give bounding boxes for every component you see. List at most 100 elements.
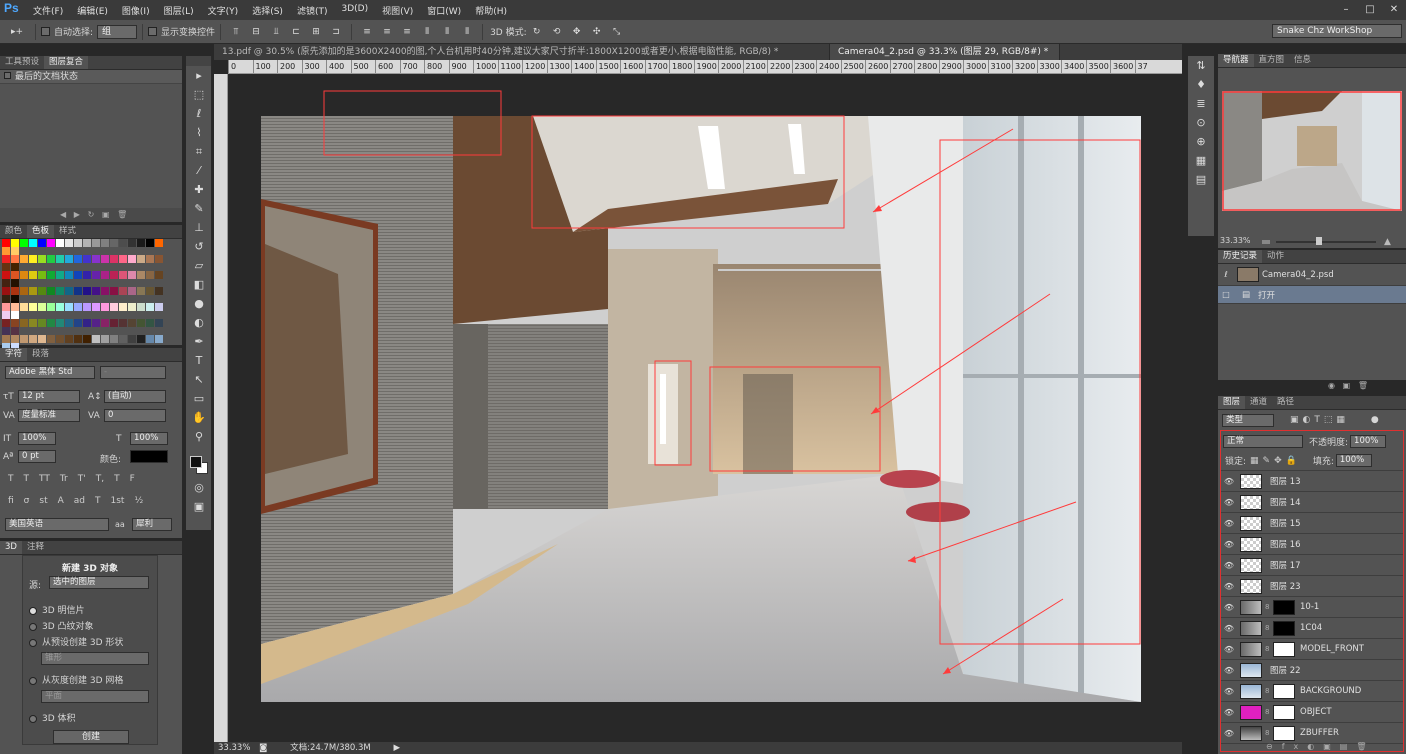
visibility-eye-icon[interactable]: 👁 <box>1221 729 1237 738</box>
menu-item[interactable]: 图层(L) <box>157 4 201 17</box>
quick-mask-icon[interactable]: ◎ <box>186 478 212 497</box>
layer-row[interactable]: 👁 8 OBJECT <box>1221 702 1403 723</box>
zoom-in-icon[interactable]: ▲ <box>1384 237 1391 247</box>
layer-row[interactable]: 👁 8 MODEL_FRONT <box>1221 639 1403 660</box>
tab-color[interactable]: 颜色 <box>0 225 27 238</box>
tab-histogram[interactable]: 直方图 <box>1254 54 1290 67</box>
layer-row[interactable]: 👁 图层 16 <box>1221 534 1403 555</box>
zoom-slider-handle[interactable] <box>1316 237 1322 245</box>
screen-mode-icon[interactable]: ▣ <box>186 497 212 516</box>
layer-row[interactable]: 👁 图层 23 <box>1221 576 1403 597</box>
marquee-tool-icon[interactable]: ⬚ <box>186 85 212 104</box>
mesh-preset-dropdown[interactable]: 平面 <box>41 690 149 703</box>
layer-filter-dropdown[interactable]: 类型 <box>1222 413 1274 427</box>
option-preset-shape[interactable]: 从预设创建 3D 形状 <box>29 635 123 648</box>
language-dropdown[interactable]: 美国英语 <box>5 518 109 531</box>
anti-alias-dropdown[interactable]: 犀利 <box>132 518 172 531</box>
visibility-eye-icon[interactable]: 👁 <box>1221 687 1237 696</box>
option-volume[interactable]: 3D 体积 <box>29 711 76 724</box>
filter-toggle-icon[interactable]: ● <box>1371 415 1379 425</box>
distribute-left-icon[interactable]: ⦀ <box>419 25 435 39</box>
tab-swatches[interactable]: 色板 <box>27 225 55 238</box>
menu-item[interactable]: 帮助(H) <box>468 4 514 17</box>
visibility-eye-icon[interactable]: 👁 <box>1221 603 1237 612</box>
text-style-button[interactable]: T <box>8 474 14 484</box>
distribute-top-icon[interactable]: ≡ <box>359 25 375 39</box>
notes-icon[interactable]: ▤ <box>1188 170 1214 189</box>
text-style-button[interactable]: T' <box>78 474 86 484</box>
status-toggle-icon[interactable]: ◙ <box>259 743 267 753</box>
foreground-color[interactable] <box>190 456 202 468</box>
align-bottom-icon[interactable]: ⫫ <box>268 25 284 39</box>
tab-paragraph[interactable]: 段落 <box>27 348 54 361</box>
text-style-button[interactable]: T, <box>96 474 104 484</box>
roll-3d-icon[interactable]: ⟲ <box>549 25 565 39</box>
text-style-button[interactable]: TT <box>39 474 50 484</box>
layer-link-icon[interactable]: 8 <box>1265 645 1271 653</box>
distribute-right-icon[interactable]: ⦀ <box>459 25 475 39</box>
option-extrusion[interactable]: 3D 凸纹对象 <box>29 619 94 632</box>
lasso-tool-icon[interactable]: ℓ <box>186 104 212 123</box>
menu-item[interactable]: 滤镜(T) <box>290 4 335 17</box>
layers-footer[interactable]: ⊖fx◐▣▤🗑 <box>1266 742 1376 751</box>
swatch-grid[interactable] <box>2 239 172 351</box>
fill-field[interactable]: 100% <box>1335 454 1372 467</box>
visibility-eye-icon[interactable]: 👁 <box>1221 582 1237 591</box>
opentype-button[interactable]: A <box>58 496 64 506</box>
toolbox-grip[interactable] <box>186 56 211 66</box>
visibility-eye-icon[interactable]: 👁 <box>1221 477 1237 486</box>
baseline-shift-field[interactable]: 0 pt <box>18 450 56 463</box>
tab-layers[interactable]: 图层 <box>1218 396 1246 409</box>
tab-channels[interactable]: 通道 <box>1245 396 1272 409</box>
layer-row[interactable]: 👁 8 BACKGROUND <box>1221 681 1403 702</box>
slide-3d-icon[interactable]: ✣ <box>589 25 605 39</box>
option-postcard[interactable]: 3D 明信片 <box>29 603 85 616</box>
layer-link-icon[interactable]: 8 <box>1265 708 1271 716</box>
layer-mask-thumb[interactable] <box>1273 683 1295 699</box>
clone-stamp-tool-icon[interactable]: ⊥ <box>186 218 212 237</box>
history-brush-source-icon[interactable]: ℓ <box>1218 270 1234 279</box>
auto-select-dropdown[interactable]: 组 <box>97 24 138 39</box>
brush-tool-icon[interactable]: ✎ <box>186 199 212 218</box>
status-menu-icon[interactable]: ▶ <box>393 743 400 753</box>
zoom-slider-track[interactable] <box>1276 241 1376 243</box>
zoom-out-icon[interactable] <box>1262 240 1270 244</box>
eyedropper-tool-icon[interactable]: ⁄ <box>186 161 212 180</box>
postcard-radio[interactable] <box>29 606 37 615</box>
pan-3d-icon[interactable]: ✥ <box>569 25 585 39</box>
layer-link-icon[interactable]: 8 <box>1265 729 1271 737</box>
new-doc-from-state-icon[interactable]: ▣ <box>1343 381 1351 390</box>
tab-styles[interactable]: 样式 <box>54 225 81 238</box>
gradient-tool-icon[interactable]: ◧ <box>186 275 212 294</box>
properties-icon[interactable]: ≣ <box>1188 94 1214 113</box>
pen-tool-icon[interactable]: ✒ <box>186 332 212 351</box>
text-color-swatch[interactable] <box>130 450 168 463</box>
distribute-vcenter-icon[interactable]: ≡ <box>379 25 395 39</box>
layer-link-icon[interactable]: 8 <box>1265 687 1271 695</box>
menu-item[interactable]: 图像(I) <box>115 4 157 17</box>
distribute-bottom-icon[interactable]: ≡ <box>399 25 415 39</box>
visibility-eye-icon[interactable]: 👁 <box>1221 666 1237 675</box>
create-button[interactable]: 创建 <box>53 730 129 744</box>
menu-item[interactable]: 窗口(W) <box>420 4 468 17</box>
styles-icon[interactable]: ▦ <box>1188 151 1214 170</box>
comp-checkbox[interactable] <box>4 72 11 79</box>
blur-tool-icon[interactable]: ● <box>186 294 212 313</box>
layer-row[interactable]: 👁 8 ZBUFFER <box>1221 723 1403 744</box>
layer-mask-thumb[interactable] <box>1273 620 1295 636</box>
tab-paths[interactable]: 路径 <box>1272 396 1299 409</box>
layer-row[interactable]: 👁 图层 17 <box>1221 555 1403 576</box>
type-tool-icon[interactable]: T <box>186 351 212 370</box>
layer-mask-thumb[interactable] <box>1273 725 1295 741</box>
layer-row[interactable]: 👁 图层 22 <box>1221 660 1403 681</box>
preset-shape-dropdown[interactable]: 锥形 <box>41 652 149 665</box>
tracking-field[interactable]: 0 <box>104 409 166 422</box>
opentype-button[interactable]: σ <box>24 496 30 506</box>
layer-row[interactable]: 👁 8 1C04 <box>1221 618 1403 639</box>
horizontal-scale-field[interactable]: 100% <box>130 432 168 445</box>
tab-tool-presets[interactable]: 工具预设 <box>0 56 44 69</box>
grayscale-mesh-radio[interactable] <box>29 676 37 685</box>
hand-tool-icon[interactable]: ✋ <box>186 408 212 427</box>
menu-item[interactable]: 编辑(E) <box>70 4 115 17</box>
tab-notes[interactable]: 注释 <box>22 541 49 554</box>
